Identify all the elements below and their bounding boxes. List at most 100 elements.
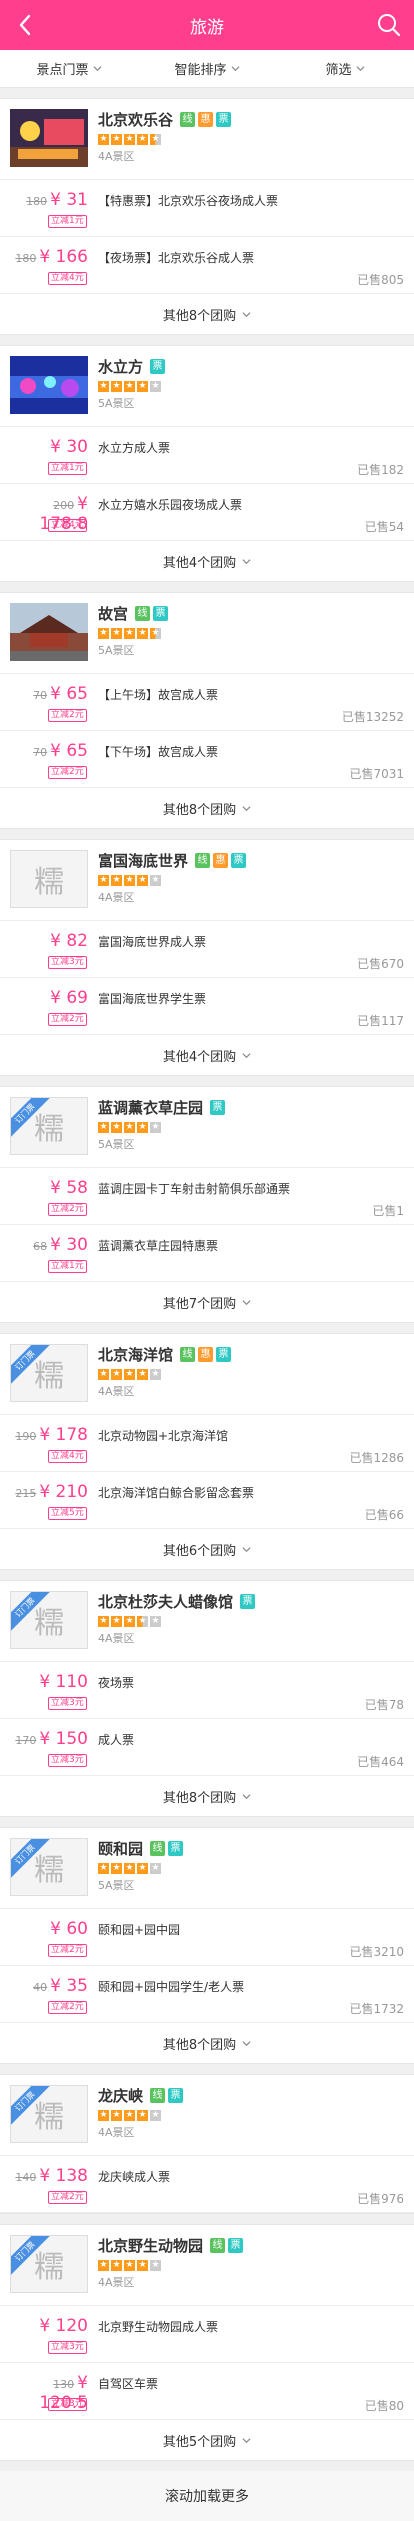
filter-category[interactable]: 景点门票 bbox=[0, 59, 138, 78]
discount-badge: 立减2元 bbox=[48, 1944, 87, 1957]
star-icon bbox=[98, 1862, 109, 1874]
load-more[interactable]: 滚动加载更多 bbox=[0, 2471, 414, 2521]
venue-thumbnail-placeholder[interactable]: 糯订门票 bbox=[10, 2235, 88, 2293]
venue-card[interactable]: 北京欢乐谷线惠票4A景区180¥ 31立减1元【特惠票】北京欢乐谷夜场成人票18… bbox=[0, 98, 414, 335]
venue-thumbnail-placeholder[interactable]: 糯订门票 bbox=[10, 1838, 88, 1896]
deal-title: 【特惠票】北京欢乐谷夜场成人票 bbox=[98, 194, 279, 208]
more-deals-button[interactable]: 其他6个团购 bbox=[0, 1529, 414, 1569]
deal-row[interactable]: 180 ¥ 166 立减4元 【夜场票】北京欢乐谷成人票 已售805 bbox=[0, 237, 414, 294]
deal-row[interactable]: 180 ¥ 31 立减1元 【特惠票】北京欢乐谷夜场成人票 bbox=[0, 180, 414, 237]
venue-header[interactable]: 糯订门票北京野生动物园线票 4A景区 bbox=[0, 2225, 414, 2306]
feature-tag: 惠 bbox=[213, 853, 229, 868]
sold-count: 已售3210 bbox=[349, 1945, 404, 1959]
star-icon bbox=[111, 133, 122, 145]
venue-header[interactable]: 糯订门票龙庆峡线票 4A景区 bbox=[0, 2075, 414, 2156]
venue-card[interactable]: 糯订门票北京野生动物园线票4A景区¥ 120立减3元北京野生动物园成人票130¥… bbox=[0, 2224, 414, 2461]
sold-count: 已售1286 bbox=[349, 1451, 404, 1465]
search-button[interactable] bbox=[376, 12, 402, 38]
star-icon bbox=[124, 627, 135, 639]
venue-header[interactable]: 糯 富国海底世界线惠票 4A景区 bbox=[0, 840, 414, 921]
discount-badge: 立减4元 bbox=[48, 1450, 87, 1463]
star-icon bbox=[137, 1615, 148, 1627]
star-icon bbox=[111, 1121, 122, 1133]
chevron-left-icon bbox=[19, 14, 31, 36]
venue-card[interactable]: 水立方票5A景区¥ 30立减1元水立方成人票已售182200¥ 178.8立减4… bbox=[0, 345, 414, 582]
deal-title: 颐和园+园中园 bbox=[98, 1923, 181, 1937]
scenic-level: 5A景区 bbox=[98, 397, 135, 410]
more-deals-label: 其他4个团购 bbox=[162, 555, 237, 571]
more-deals-button[interactable]: 其他7个团购 bbox=[0, 1282, 414, 1322]
venue-header[interactable]: 糯订门票颐和园线票 5A景区 bbox=[0, 1828, 414, 1909]
venue-thumbnail[interactable] bbox=[10, 356, 88, 414]
venue-header[interactable]: 北京欢乐谷线惠票 4A景区 bbox=[0, 99, 414, 180]
deal-row[interactable]: 190 ¥ 178 立减4元 北京动物园+北京海洋馆 已售1286 bbox=[0, 1415, 414, 1472]
discount-badge: 立减2元 bbox=[48, 2001, 87, 2014]
deal-row[interactable]: 170 ¥ 150 立减3元 成人票 已售464 bbox=[0, 1719, 414, 1776]
venue-card[interactable]: 糯订门票北京杜莎夫人蜡像馆票4A景区¥ 110立减3元夜场票已售78170¥ 1… bbox=[0, 1580, 414, 1817]
filter-options[interactable]: 筛选 bbox=[276, 59, 414, 78]
more-deals-button[interactable]: 其他8个团购 bbox=[0, 2023, 414, 2063]
star-icon bbox=[111, 1615, 122, 1627]
deal-row[interactable]: ¥ 82 立减3元 富国海底世界成人票 已售670 bbox=[0, 921, 414, 978]
deal-row[interactable]: 140 ¥ 138 立减2元 龙庆峡成人票 已售976 bbox=[0, 2156, 414, 2213]
star-icon bbox=[150, 627, 161, 639]
venue-card[interactable]: 糯 富国海底世界线惠票 4A景区 ¥ 82 立减3元富国海底世界成人票已售670 ¥ 69… bbox=[0, 839, 414, 1076]
venue-header[interactable]: 糯订门票北京杜莎夫人蜡像馆票 4A景区 bbox=[0, 1581, 414, 1662]
more-deals-button[interactable]: 其他4个团购 bbox=[0, 541, 414, 581]
deal-row[interactable]: ¥ 69 立减2元 富国海底世界学生票 已售117 bbox=[0, 978, 414, 1035]
venue-header[interactable]: 糯订门票北京海洋馆线惠票 4A景区 bbox=[0, 1334, 414, 1415]
venue-thumbnail-placeholder[interactable]: 糯订门票 bbox=[10, 1344, 88, 1402]
more-deals-label: 其他7个团购 bbox=[162, 1296, 237, 1312]
venue-info: 富国海底世界线惠票 4A景区 bbox=[98, 850, 247, 912]
more-deals-button[interactable]: 其他8个团购 bbox=[0, 788, 414, 828]
back-button[interactable] bbox=[0, 0, 50, 50]
venue-card[interactable]: 糯订门票北京海洋馆线惠票 4A景区 190¥ 178 立减4元北京动物园+北京海洋馆已… bbox=[0, 1333, 414, 1570]
feature-tag: 票 bbox=[168, 1841, 184, 1856]
deal-row[interactable]: 68 ¥ 30 立减1元 蓝调薰衣草庄园特惠票 bbox=[0, 1225, 414, 1282]
deal-row[interactable]: ¥ 120 立减3元 北京野生动物园成人票 bbox=[0, 2306, 414, 2363]
placeholder-glyph: 糯 bbox=[34, 2100, 64, 2135]
deal-title: 龙庆峡成人票 bbox=[98, 2170, 171, 2184]
deal-row[interactable]: 215 ¥ 210 立减5元 北京海洋馆白鲸合影留念套票 已售66 bbox=[0, 1472, 414, 1529]
venue-card[interactable]: 糯订门票龙庆峡线票 4A景区 140¥ 138 立减2元龙庆峡成人票已售976 bbox=[0, 2074, 414, 2214]
venue-thumbnail-placeholder[interactable]: 糯 bbox=[10, 850, 88, 908]
more-deals-button[interactable]: 其他8个团购 bbox=[0, 294, 414, 334]
deal-row[interactable]: 70 ¥ 65 立减2元 【下午场】故宫成人票 已售7031 bbox=[0, 731, 414, 788]
feature-tag: 线 bbox=[150, 2088, 166, 2103]
venue-info: 北京海洋馆线惠票 4A景区 bbox=[98, 1344, 232, 1406]
deal-row[interactable]: ¥ 110 立减3元 夜场票 已售78 bbox=[0, 1662, 414, 1719]
star-icon bbox=[137, 133, 148, 145]
venue-thumbnail[interactable] bbox=[10, 109, 88, 167]
deal-row[interactable]: ¥ 58 立减2元 蓝调庄园卡丁车射击射箭俱乐部通票 已售1 bbox=[0, 1168, 414, 1225]
venue-header[interactable]: 故宫线票 5A景区 bbox=[0, 593, 414, 674]
venue-card[interactable]: 糯订门票蓝调薰衣草庄园票 5A景区 ¥ 58 立减2元蓝调庄园卡丁车射击射箭俱乐部通票… bbox=[0, 1086, 414, 1323]
venue-header[interactable]: 水立方票 5A景区 bbox=[0, 346, 414, 427]
deal-row[interactable]: 40 ¥ 35 立减2元 颐和园+园中园学生/老人票 已售1732 bbox=[0, 1966, 414, 2023]
venue-header[interactable]: 糯订门票蓝调薰衣草庄园票 5A景区 bbox=[0, 1087, 414, 1168]
discount-badge: 立减2元 bbox=[48, 766, 87, 779]
venue-thumbnail-placeholder[interactable]: 糯订门票 bbox=[10, 2085, 88, 2143]
price-block: ¥ 60 bbox=[0, 1919, 88, 1939]
venue-card[interactable]: 糯订门票颐和园线票5A景区¥ 60立减2元颐和园+园中园已售321040¥ 35… bbox=[0, 1827, 414, 2064]
deal-row[interactable]: ¥ 30 立减1元 水立方成人票 已售182 bbox=[0, 427, 414, 484]
chevron-down-icon bbox=[355, 66, 365, 72]
deal-row[interactable]: 130 ¥ 120.5 立减3元 自驾区车票 已售80 bbox=[0, 2363, 414, 2420]
more-deals-button[interactable]: 其他5个团购 bbox=[0, 2420, 414, 2460]
deal-row[interactable]: ¥ 60 立减2元 颐和园+园中园已售3210 bbox=[0, 1909, 414, 1966]
filter-sort[interactable]: 智能排序 bbox=[138, 59, 276, 78]
more-deals-button[interactable]: 其他8个团购 bbox=[0, 1776, 414, 1816]
original-price: 130 bbox=[53, 2378, 75, 2391]
deal-row[interactable]: 200 ¥ 178.8 立减4元 水立方嬉水乐园夜场成人票 已售54 bbox=[0, 484, 414, 541]
venue-thumbnail-placeholder[interactable]: 糯订门票 bbox=[10, 1097, 88, 1155]
price-block: 140 ¥ 138 bbox=[0, 2166, 88, 2186]
deal-row[interactable]: 70 ¥ 65 立减2元 【上午场】故宫成人票 已售13252 bbox=[0, 674, 414, 731]
star-icon bbox=[98, 2109, 109, 2121]
venue-thumbnail[interactable] bbox=[10, 603, 88, 661]
venue-card[interactable]: 故宫线票5A景区70¥ 65立减2元【上午场】故宫成人票已售1325270¥ 6… bbox=[0, 592, 414, 829]
venue-photo bbox=[10, 356, 88, 414]
venue-thumbnail-placeholder[interactable]: 糯订门票 bbox=[10, 1591, 88, 1649]
discount-badge: 立减5元 bbox=[48, 1507, 87, 1520]
star-icon bbox=[98, 1615, 109, 1627]
more-deals-button[interactable]: 其他4个团购 bbox=[0, 1035, 414, 1075]
price-block: ¥ 30 bbox=[0, 437, 88, 457]
